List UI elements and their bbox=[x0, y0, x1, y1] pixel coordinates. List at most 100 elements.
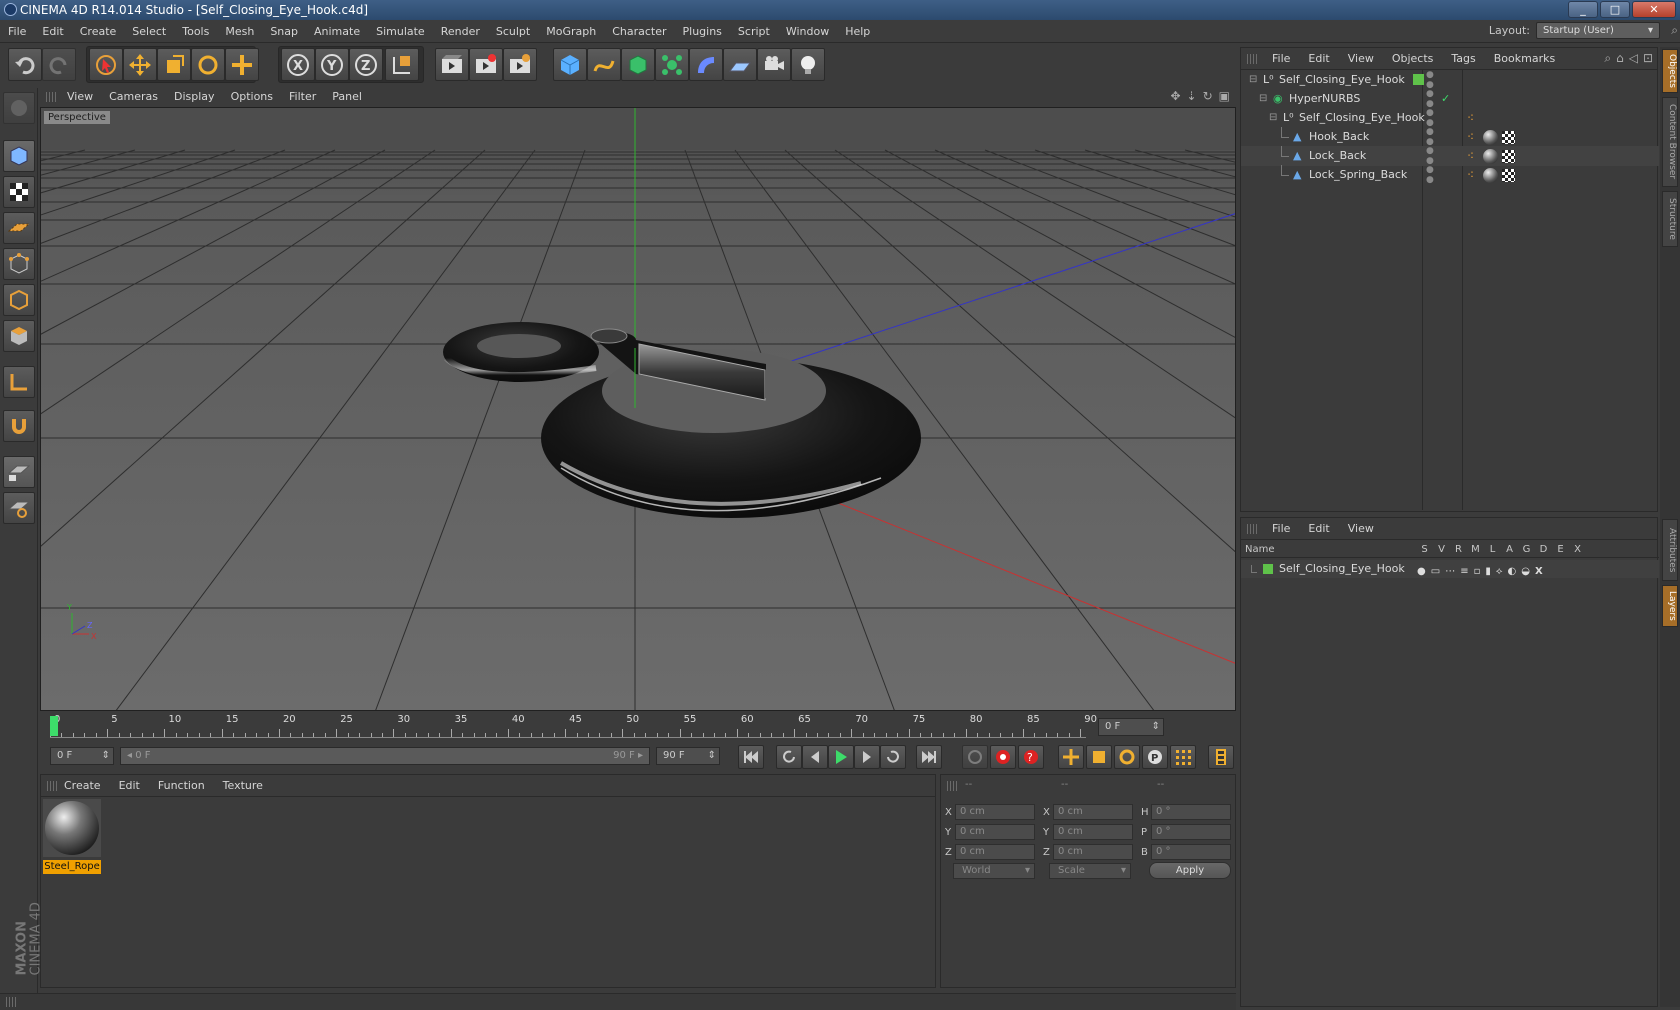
menu-animate[interactable]: Animate bbox=[306, 25, 368, 38]
dolly-view-icon[interactable]: ⇣ bbox=[1187, 89, 1197, 103]
layer-menu-edit[interactable]: Edit bbox=[1299, 522, 1338, 535]
panel-grip-icon[interactable] bbox=[46, 92, 56, 102]
playhead-marker[interactable] bbox=[50, 716, 58, 736]
perspective-viewport[interactable]: Perspective Y Z X bbox=[40, 107, 1236, 711]
material-menu-create[interactable]: Create bbox=[55, 779, 110, 792]
object-row[interactable]: ⊟ ◉ HyperNURBS ● ● ✓ bbox=[1241, 89, 1659, 109]
viewport-menu-panel[interactable]: Panel bbox=[324, 90, 370, 103]
object-menu-bookmarks[interactable]: Bookmarks bbox=[1485, 52, 1564, 65]
home-icon[interactable]: ⌂ bbox=[1616, 51, 1624, 66]
rot-h-field[interactable]: 0 ° bbox=[1151, 804, 1231, 820]
go-to-start-button[interactable] bbox=[738, 745, 764, 769]
model-mode-button[interactable] bbox=[3, 140, 35, 172]
locked-icon[interactable]: ▫ bbox=[1474, 563, 1481, 581]
minimize-button[interactable]: _ bbox=[1568, 1, 1598, 18]
viewport-menu-filter[interactable]: Filter bbox=[281, 90, 324, 103]
object-menu-edit[interactable]: Edit bbox=[1299, 52, 1338, 65]
material-item[interactable]: Steel_Rope bbox=[43, 799, 101, 874]
z-axis-lock-button[interactable]: Z bbox=[349, 48, 383, 81]
menu-sculpt[interactable]: Sculpt bbox=[488, 25, 538, 38]
render-settings-button[interactable] bbox=[503, 48, 537, 81]
undo-button[interactable] bbox=[8, 48, 42, 81]
timeline-ruler-track[interactable]: 051015202530354045505560657075808590 bbox=[50, 714, 1097, 738]
size-x-field[interactable]: 0 cm bbox=[1053, 804, 1133, 820]
tab-attributes[interactable]: Attributes bbox=[1662, 519, 1678, 581]
go-to-end-button[interactable] bbox=[916, 745, 942, 769]
rot-b-field[interactable]: 0 ° bbox=[1151, 844, 1231, 860]
visibility-dots-icon[interactable]: ● ● bbox=[1426, 89, 1434, 109]
visibility-dots-icon[interactable]: ● ● bbox=[1426, 165, 1434, 185]
layer-name[interactable]: Self_Closing_Eye_Hook bbox=[1279, 560, 1405, 578]
play-button[interactable] bbox=[828, 745, 854, 769]
apply-button[interactable]: Apply bbox=[1149, 862, 1231, 879]
material-tag-icon[interactable] bbox=[1483, 130, 1498, 145]
tab-layers[interactable]: Layers bbox=[1662, 585, 1678, 627]
previous-frame-button[interactable] bbox=[802, 745, 828, 769]
start-frame-field[interactable]: 0 F ⇕ bbox=[50, 747, 114, 765]
rot-p-field[interactable]: 0 ° bbox=[1151, 824, 1231, 840]
current-frame-field[interactable]: 0 F ⇕ bbox=[1098, 718, 1164, 736]
object-name[interactable]: Hook_Back bbox=[1309, 127, 1369, 147]
menu-create[interactable]: Create bbox=[72, 25, 125, 38]
expressions-icon[interactable]: ◒ bbox=[1521, 563, 1530, 581]
panel-grip-icon[interactable] bbox=[6, 997, 16, 1007]
solo-icon[interactable]: ● bbox=[1417, 563, 1426, 581]
expand-toggle-icon[interactable]: ⊟ bbox=[1269, 108, 1277, 128]
phong-tag-icon[interactable]: ⁖ bbox=[1467, 165, 1474, 185]
toggle-layout-icon[interactable]: ▣ bbox=[1219, 89, 1230, 103]
panel-grip-icon[interactable] bbox=[1247, 54, 1257, 64]
pos-x-field[interactable]: 0 cm bbox=[955, 804, 1035, 820]
object-row[interactable]: ▲ Lock_Back ● ● ⁖ bbox=[1241, 146, 1659, 166]
material-menu-function[interactable]: Function bbox=[149, 779, 214, 792]
snap-magnet-button[interactable] bbox=[3, 410, 35, 442]
deformer-button[interactable] bbox=[689, 48, 723, 81]
keyframe-selection-button[interactable]: ? bbox=[1018, 745, 1044, 769]
object-menu-tags[interactable]: Tags bbox=[1442, 52, 1484, 65]
layer-flag-header-d[interactable]: D bbox=[1535, 542, 1552, 558]
object-menu-file[interactable]: File bbox=[1263, 52, 1299, 65]
phong-tag-icon[interactable]: ⁖ bbox=[1467, 127, 1474, 147]
tab-content-browser[interactable]: Content Browser bbox=[1662, 97, 1678, 187]
panel-grip-icon[interactable] bbox=[1247, 524, 1257, 534]
layer-flag-header-g[interactable]: G bbox=[1518, 542, 1535, 558]
object-name[interactable]: Self_Closing_Eye_Hook bbox=[1279, 70, 1405, 90]
size-y-field[interactable]: 0 cm bbox=[1053, 824, 1133, 840]
key-pla-button[interactable] bbox=[1170, 745, 1196, 769]
menu-window[interactable]: Window bbox=[778, 25, 837, 38]
object-row[interactable]: ⊟ L⁰ Self_Closing_Eye_Hook ● ● bbox=[1241, 70, 1659, 90]
timeline-window-button[interactable] bbox=[1208, 745, 1234, 769]
search-icon[interactable]: ⌕ bbox=[1671, 23, 1678, 38]
maximize-button[interactable]: □ bbox=[1600, 1, 1630, 18]
layer-flag-header-l[interactable]: L bbox=[1484, 542, 1501, 558]
viewport-menu-display[interactable]: Display bbox=[166, 90, 223, 103]
rotate-tool-button[interactable] bbox=[191, 48, 225, 81]
planar-workplane-button[interactable] bbox=[3, 492, 35, 524]
axis-mode-button[interactable] bbox=[3, 366, 35, 398]
points-mode-button[interactable] bbox=[3, 248, 35, 280]
viewport-menu-options[interactable]: Options bbox=[223, 90, 281, 103]
menu-snap[interactable]: Snap bbox=[262, 25, 306, 38]
key-parameter-button[interactable]: P bbox=[1142, 745, 1168, 769]
x-axis-lock-button[interactable]: X bbox=[281, 48, 315, 81]
panel-grip-icon[interactable] bbox=[47, 781, 57, 791]
scale-tool-button[interactable] bbox=[157, 48, 191, 81]
generators-icon[interactable]: ⟡ bbox=[1496, 563, 1503, 581]
coordinate-space-select[interactable]: World ▾ bbox=[953, 863, 1035, 879]
visibility-dots-icon[interactable]: ● ● bbox=[1426, 146, 1434, 166]
tab-objects[interactable]: Objects bbox=[1662, 49, 1678, 93]
render-to-picture-viewer-button[interactable] bbox=[469, 48, 503, 81]
uvw-tag-icon[interactable] bbox=[1502, 150, 1515, 163]
layout-select[interactable]: Startup (User) ▾ bbox=[1536, 22, 1660, 39]
viewport-menu-cameras[interactable]: Cameras bbox=[101, 90, 166, 103]
next-key-button[interactable] bbox=[880, 745, 906, 769]
visibility-dots-icon[interactable]: ● ● bbox=[1426, 70, 1434, 90]
edges-mode-button[interactable] bbox=[3, 284, 35, 316]
panel-grip-icon[interactable] bbox=[947, 781, 957, 791]
phong-tag-icon[interactable]: ⁖ bbox=[1467, 108, 1474, 128]
layer-flag-header-e[interactable]: E bbox=[1552, 542, 1569, 558]
timeline-ruler[interactable]: 051015202530354045505560657075808590 0 F… bbox=[40, 712, 1236, 742]
array-object-button[interactable] bbox=[655, 48, 689, 81]
coordinate-system-button[interactable] bbox=[385, 48, 419, 81]
animation-icon[interactable]: ▮ bbox=[1485, 563, 1491, 581]
object-name[interactable]: Lock_Spring_Back bbox=[1309, 165, 1407, 185]
